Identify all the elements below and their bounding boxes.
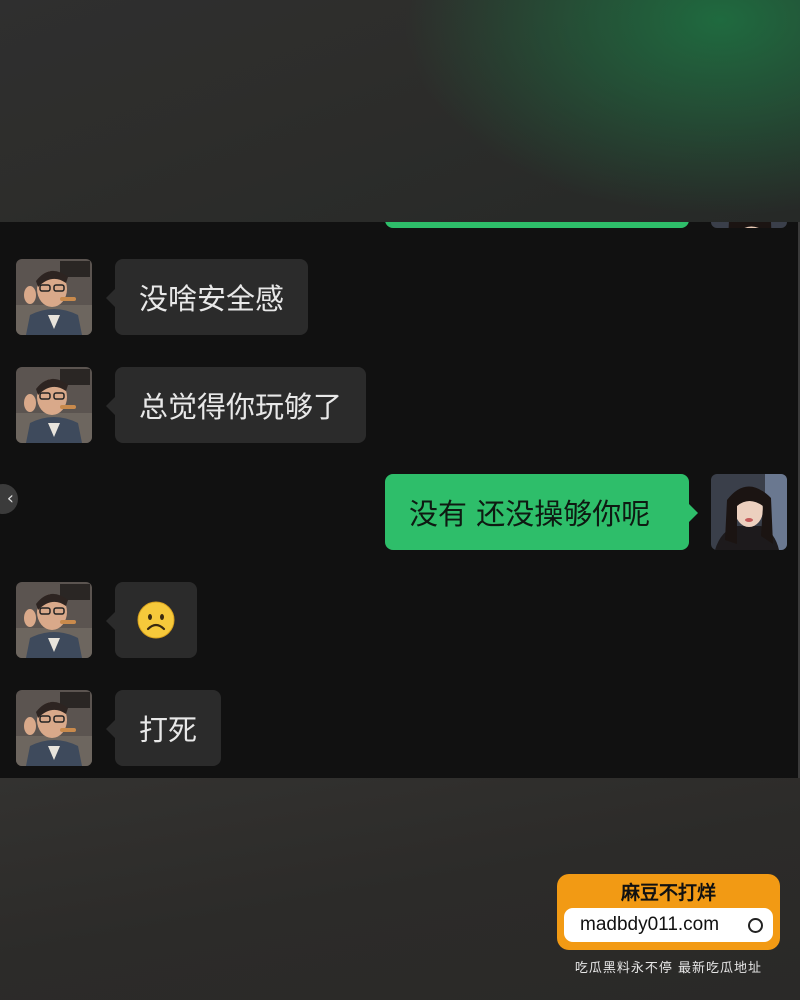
message-text: 没有 还没操够你呢 [409,497,651,531]
circle-icon [748,918,763,933]
contact-photo-icon [16,582,92,658]
avatar-contact[interactable] [16,259,92,335]
message-bubble-incoming[interactable]: 打死 [105,690,222,766]
watermark-url-text: madbdy011.com [580,914,720,935]
avatar-contact[interactable] [16,690,92,766]
message-text: 没啥安全感 [139,282,285,316]
message-text: 总觉得你玩够了 [139,390,343,424]
watermark-subtitle: 吃瓜黑料永不停 最新吃瓜地址 [574,961,763,976]
self-photo-icon [711,474,787,550]
message-bubble-partial[interactable] [385,222,689,228]
watermark-badge[interactable]: 麻豆不打烊 madbdy011.com [557,874,780,950]
watermark-title: 麻豆不打烊 [620,882,716,904]
contact-photo-icon [16,690,92,766]
avatar-self-partial[interactable] [711,222,787,228]
frowning-face-icon [137,601,175,639]
message-bubble-incoming[interactable] [106,582,197,658]
contact-photo-icon [16,367,92,443]
avatar-contact[interactable] [16,367,92,443]
message-bubble-incoming[interactable]: 总觉得你玩够了 [105,367,367,443]
avatar-self[interactable] [711,474,787,550]
message-bubble-outgoing[interactable]: 没有 还没操够你呢 [385,474,698,550]
avatar-contact[interactable] [16,582,92,658]
watermark-url[interactable]: madbdy011.com [564,908,773,942]
message-bubble-incoming[interactable]: 没啥安全感 [105,259,309,335]
contact-photo-icon [16,259,92,335]
blurred-background-top [0,0,800,222]
chat-panel[interactable]: 没啥安全感 总觉得你玩够了 没有 还没操够你呢 打死 [0,222,798,778]
message-text: 打死 [139,713,198,747]
